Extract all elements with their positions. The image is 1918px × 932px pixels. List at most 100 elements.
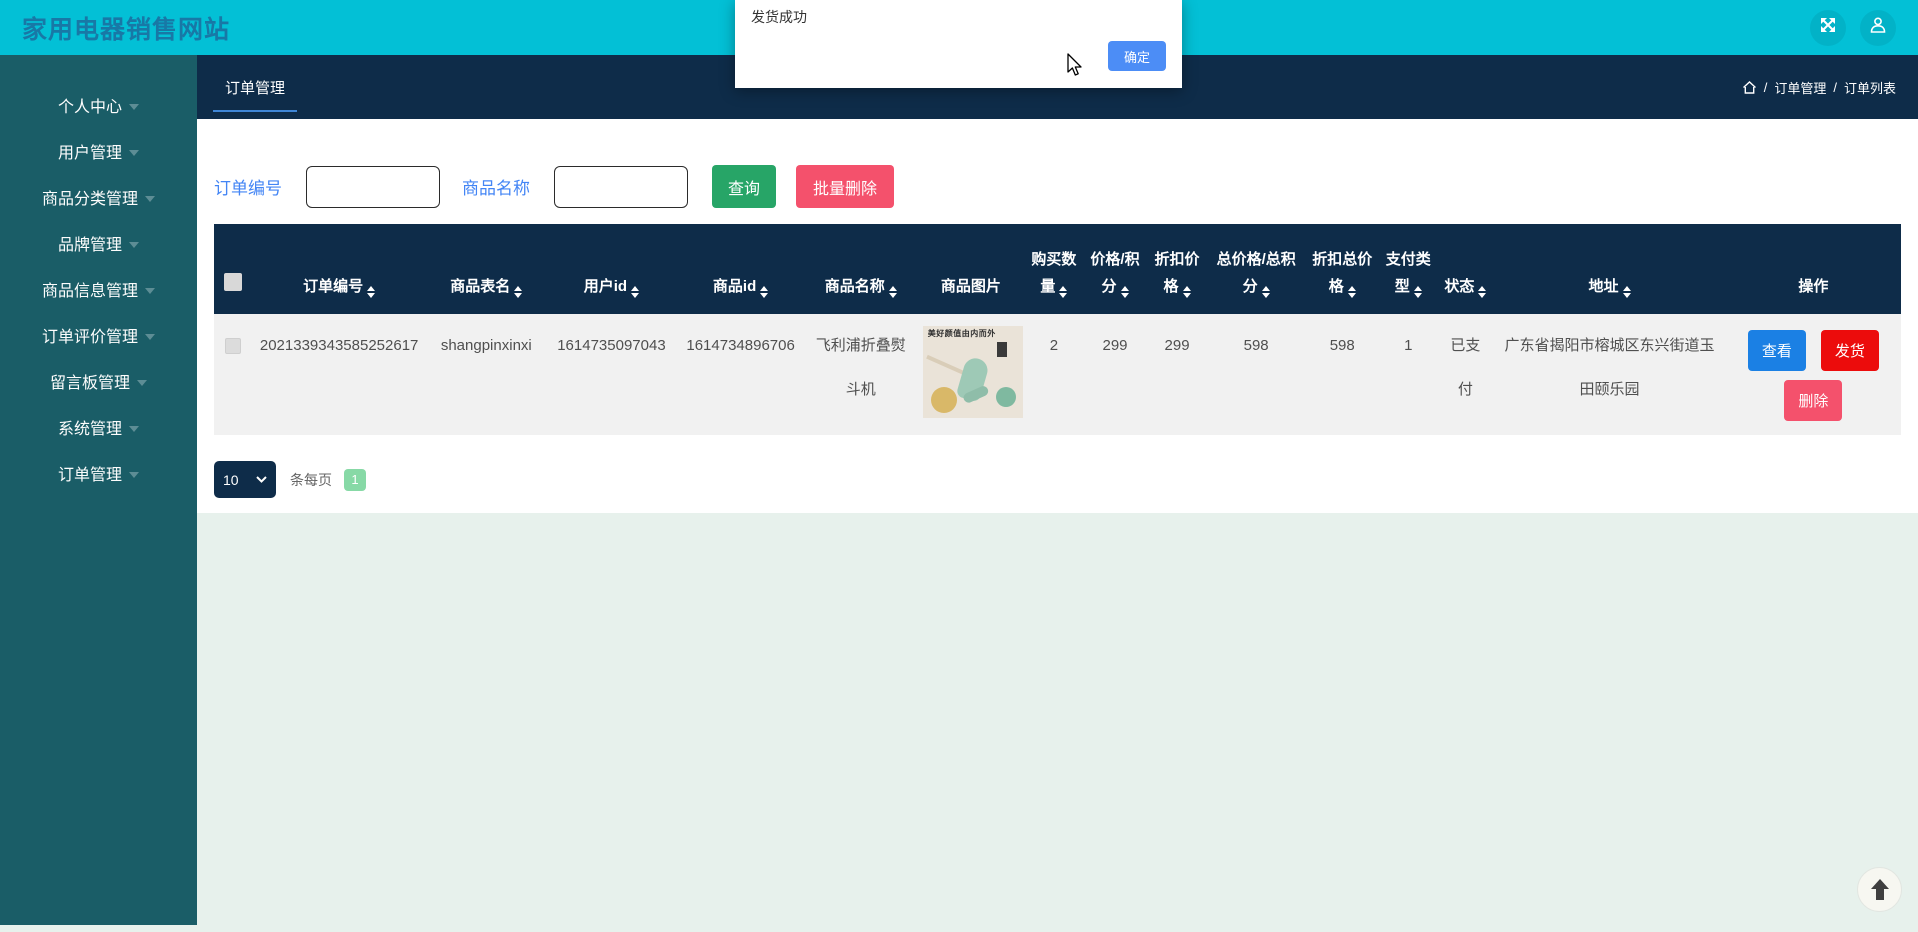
table-header-row: 订单编号 商品表名 用户id 商品id 商品名称 商品图片 购买数量 价格/积分… — [214, 224, 1901, 314]
sidebar-item-personal-center[interactable]: 个人中心 — [0, 82, 197, 128]
sidebar-item-user-management[interactable]: 用户管理 — [0, 128, 197, 174]
caret-down-icon — [145, 287, 155, 294]
sidebar-item-category-management[interactable]: 商品分类管理 — [0, 174, 197, 220]
query-button[interactable]: 查询 — [712, 165, 776, 208]
shipping-success-modal: 发货成功 确定 — [735, 0, 1182, 88]
modal-confirm-button[interactable]: 确定 — [1108, 41, 1166, 71]
fullscreen-icon — [1818, 15, 1838, 40]
page-number-button[interactable]: 1 — [344, 468, 366, 491]
batch-delete-button[interactable]: 批量删除 — [796, 165, 894, 208]
sidebar-item-system-management[interactable]: 系统管理 — [0, 404, 197, 450]
sidebar-item-product-info-management[interactable]: 商品信息管理 — [0, 266, 197, 312]
sort-icon — [888, 286, 897, 299]
sort-icon — [631, 286, 640, 299]
arrow-up-icon — [1867, 877, 1893, 903]
sidebar-item-label: 留言板管理 — [49, 375, 130, 392]
breadcrumb-order-management[interactable]: 订单管理 — [1774, 78, 1826, 97]
cell-discount-total: 598 — [1305, 314, 1380, 435]
caret-down-icon — [129, 425, 139, 432]
sidebar-item-label: 商品分类管理 — [41, 191, 138, 208]
caret-down-icon — [129, 241, 139, 248]
caret-down-icon — [137, 379, 147, 386]
order-no-input[interactable] — [306, 165, 440, 208]
sort-icon — [1261, 286, 1270, 299]
sort-icon — [760, 286, 769, 299]
fullscreen-button[interactable] — [1810, 9, 1846, 46]
sidebar-item-order-management[interactable]: 订单管理 — [0, 450, 197, 496]
product-name-input[interactable] — [554, 165, 688, 208]
per-page-label: 条每页 — [290, 471, 332, 488]
col-order-no[interactable]: 订单编号 — [252, 224, 427, 314]
sidebar-item-brand-management[interactable]: 品牌管理 — [0, 220, 197, 266]
user-button[interactable] — [1860, 9, 1896, 46]
breadcrumb-order-list[interactable]: 订单列表 — [1844, 78, 1896, 97]
header-select-all[interactable] — [214, 224, 253, 314]
caret-down-icon — [129, 149, 139, 156]
sort-icon — [1120, 286, 1129, 299]
sidebar-item-label: 商品信息管理 — [41, 283, 138, 300]
sidebar: 个人中心 用户管理 商品分类管理 品牌管理 商品信息管理 订单评价管理 留言板管… — [0, 55, 197, 925]
caret-down-icon — [129, 471, 139, 478]
cell-order-no: 2021339343585252617 — [252, 314, 427, 435]
col-total-price[interactable]: 总价格/总积分 — [1207, 224, 1306, 314]
col-product-table[interactable]: 商品表名 — [426, 224, 547, 314]
cell-user-id: 1614735097043 — [546, 314, 677, 435]
cell-product-table: shangpinxinxi — [426, 314, 547, 435]
modal-message: 发货成功 — [751, 9, 807, 25]
caret-down-icon — [129, 103, 139, 110]
product-name-label: 商品名称 — [462, 179, 530, 198]
delete-button[interactable]: 删除 — [1784, 380, 1843, 421]
col-price[interactable]: 价格/积分 — [1082, 224, 1148, 314]
breadcrumb-separator: / — [1763, 79, 1768, 95]
header-actions — [1810, 9, 1896, 46]
select-all-checkbox[interactable] — [224, 273, 243, 292]
cell-select — [214, 314, 253, 435]
app-title: 家用电器销售网站 — [22, 15, 231, 44]
sidebar-item-label: 系统管理 — [57, 421, 122, 438]
sidebar-item-order-review-management[interactable]: 订单评价管理 — [0, 312, 197, 358]
sort-icon — [1182, 286, 1191, 299]
order-no-label: 订单编号 — [214, 179, 282, 198]
sidebar-item-label: 个人中心 — [57, 99, 122, 116]
cell-status: 已支付 — [1437, 314, 1494, 435]
sidebar-item-label: 订单管理 — [57, 467, 122, 484]
col-actions: 操作 — [1725, 224, 1901, 314]
col-discount-total[interactable]: 折扣总价格 — [1305, 224, 1380, 314]
sort-icon — [1059, 286, 1068, 299]
content-panel: 订单编号 商品名称 查询 批量删除 订单编号 商品表名 用户id 商品id 商品… — [197, 119, 1918, 513]
view-button[interactable]: 查看 — [1747, 330, 1806, 371]
ship-button[interactable]: 发货 — [1820, 330, 1879, 371]
col-user-id[interactable]: 用户id — [546, 224, 677, 314]
sidebar-item-label: 品牌管理 — [57, 237, 122, 254]
col-quantity[interactable]: 购买数量 — [1024, 224, 1083, 314]
back-to-top-button[interactable] — [1857, 867, 1902, 912]
breadcrumb-separator: / — [1833, 79, 1837, 95]
home-icon[interactable] — [1742, 80, 1757, 95]
product-image-caption: 美好颜值由内而外 — [927, 329, 996, 338]
sidebar-item-message-board-management[interactable]: 留言板管理 — [0, 358, 197, 404]
tab-order-management[interactable]: 订单管理 — [209, 55, 301, 119]
page-size-value: 10 — [223, 471, 239, 488]
cell-total-price: 598 — [1207, 314, 1306, 435]
pagination: 10 条每页 1 — [214, 461, 1901, 498]
col-product-id[interactable]: 商品id — [676, 224, 805, 314]
cell-actions: 查看 发货 删除 — [1725, 314, 1901, 435]
search-toolbar: 订单编号 商品名称 查询 批量删除 — [214, 165, 1901, 208]
col-status[interactable]: 状态 — [1437, 224, 1494, 314]
col-address[interactable]: 地址 — [1493, 224, 1726, 314]
cell-address: 广东省揭阳市榕城区东兴街道玉田颐乐园 — [1493, 314, 1726, 435]
tab-label: 订单管理 — [225, 79, 286, 97]
col-product-image: 商品图片 — [916, 224, 1025, 314]
sidebar-menu: 个人中心 用户管理 商品分类管理 品牌管理 商品信息管理 订单评价管理 留言板管… — [0, 55, 197, 496]
cell-discount-price: 299 — [1147, 314, 1208, 435]
cell-price: 299 — [1082, 314, 1148, 435]
sort-icon — [367, 286, 376, 299]
col-product-name[interactable]: 商品名称 — [804, 224, 917, 314]
cell-product-image: 美好颜值由内而外 — [916, 314, 1025, 435]
col-pay-type[interactable]: 支付类型 — [1379, 224, 1438, 314]
row-checkbox[interactable] — [225, 338, 242, 354]
col-discount-price[interactable]: 折扣价格 — [1147, 224, 1208, 314]
page-size-select[interactable]: 10 — [214, 461, 276, 498]
user-icon — [1868, 15, 1888, 40]
cell-quantity: 2 — [1024, 314, 1083, 435]
